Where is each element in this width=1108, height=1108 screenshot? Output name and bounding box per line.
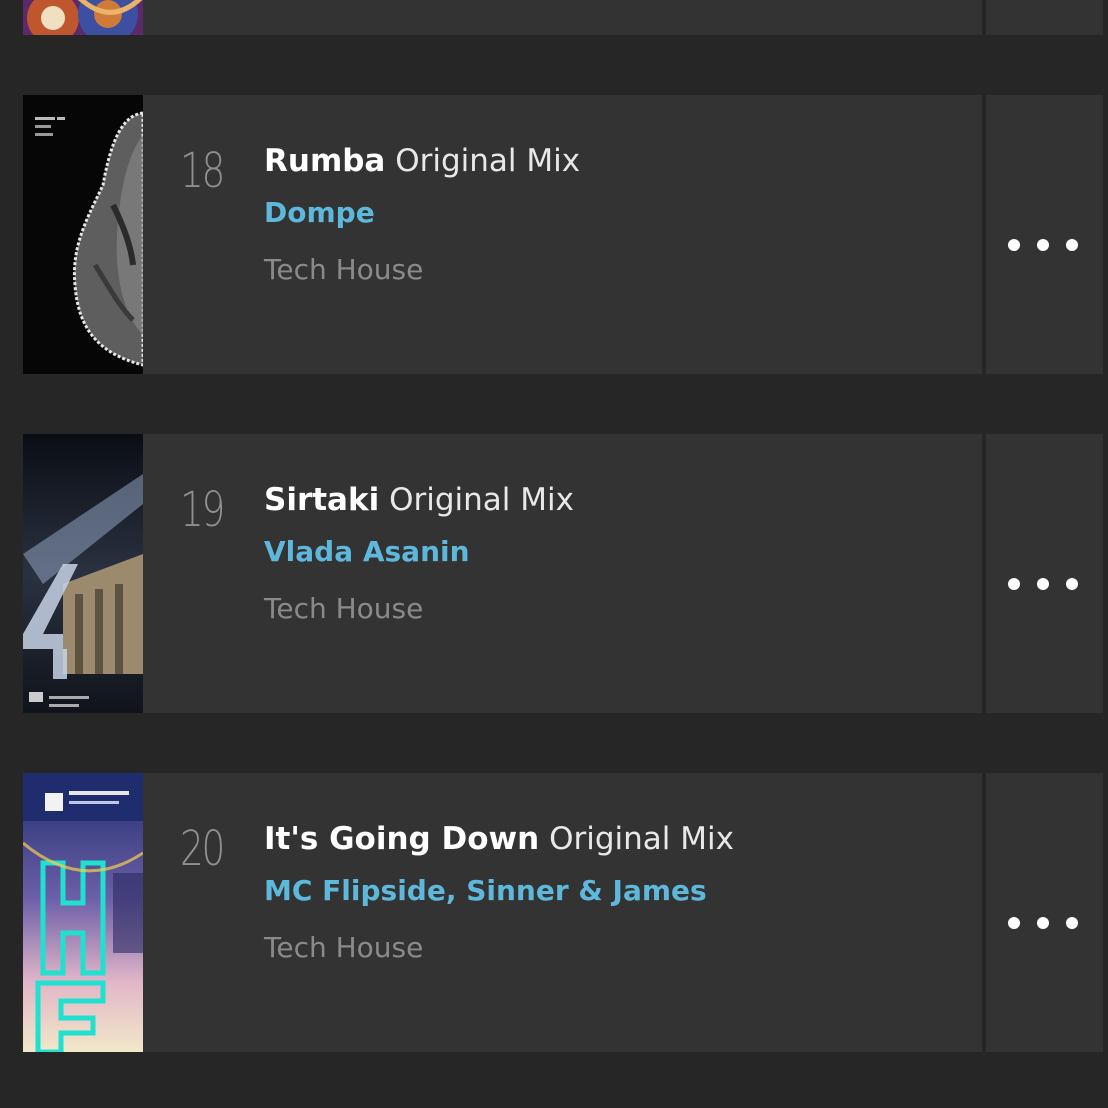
more-horizontal-icon: [1008, 916, 1078, 930]
track-title[interactable]: Rumba Original Mix: [264, 139, 580, 183]
track-rank: 20: [180, 821, 225, 877]
track-menu-button[interactable]: [986, 773, 1103, 1052]
track-rank: 18: [180, 143, 225, 199]
track-info: 20 It's Going Down Original Mix MC Flips…: [143, 773, 982, 1052]
track-artist-link[interactable]: Vlada Asanin: [264, 532, 470, 572]
track-title[interactable]: It's Going Down Original Mix: [264, 817, 734, 861]
album-art[interactable]: [23, 95, 143, 374]
track-info: [143, 0, 982, 35]
track-mix: Original Mix: [389, 482, 574, 518]
track-genre-link[interactable]: Tech House: [264, 250, 423, 290]
album-art[interactable]: [23, 773, 143, 1052]
track-rank: 19: [180, 482, 225, 538]
album-art[interactable]: [23, 0, 143, 35]
album-art[interactable]: [23, 434, 143, 713]
track-name[interactable]: Rumba: [264, 143, 385, 179]
track-genre-link[interactable]: Tech House: [264, 928, 423, 968]
track-info: 18 Rumba Original Mix Dompe Tech House: [143, 95, 982, 374]
track-genre-link[interactable]: Tech House: [264, 589, 423, 629]
track-name[interactable]: Sirtaki: [264, 482, 379, 518]
track-menu-button[interactable]: [986, 95, 1103, 374]
track-info: 19 Sirtaki Original Mix Vlada Asanin Tec…: [143, 434, 982, 713]
track-row[interactable]: 20 It's Going Down Original Mix MC Flips…: [23, 773, 1103, 1052]
track-mix: Original Mix: [395, 143, 581, 179]
track-list: 18 Rumba Original Mix Dompe Tech House 1…: [0, 0, 1108, 1108]
track-mix: Original Mix: [549, 821, 734, 857]
more-horizontal-icon: [1008, 577, 1078, 591]
track-artist-link[interactable]: MC Flipside, Sinner & James: [264, 871, 707, 911]
more-horizontal-icon: [1008, 238, 1078, 252]
track-menu-button[interactable]: [986, 0, 1103, 35]
track-row-partial[interactable]: [23, 0, 1103, 35]
track-row[interactable]: 19 Sirtaki Original Mix Vlada Asanin Tec…: [23, 434, 1103, 713]
track-menu-button[interactable]: [986, 434, 1103, 713]
track-title[interactable]: Sirtaki Original Mix: [264, 478, 574, 522]
track-name[interactable]: It's Going Down: [264, 821, 539, 857]
track-row[interactable]: 18 Rumba Original Mix Dompe Tech House: [23, 95, 1103, 374]
track-artist-link[interactable]: Dompe: [264, 193, 375, 233]
